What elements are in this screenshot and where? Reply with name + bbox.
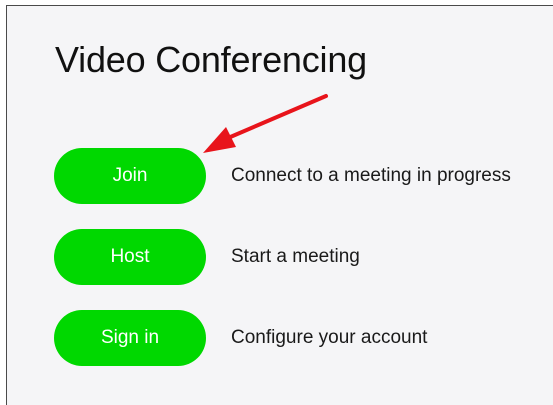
sign-in-description: Configure your account	[231, 327, 428, 348]
host-row: Host Start a meeting	[54, 228, 360, 286]
join-description: Connect to a meeting in progress	[231, 165, 511, 186]
join-row: Join Connect to a meeting in progress	[54, 147, 511, 205]
host-description: Start a meeting	[231, 246, 360, 267]
join-button[interactable]: Join	[54, 148, 206, 204]
video-conferencing-panel: Video Conferencing Join Connect to a mee…	[6, 5, 553, 405]
page-title: Video Conferencing	[55, 39, 367, 80]
sign-in-button[interactable]: Sign in	[54, 310, 206, 366]
sign-in-row: Sign in Configure your account	[54, 309, 427, 367]
host-button[interactable]: Host	[54, 229, 206, 285]
